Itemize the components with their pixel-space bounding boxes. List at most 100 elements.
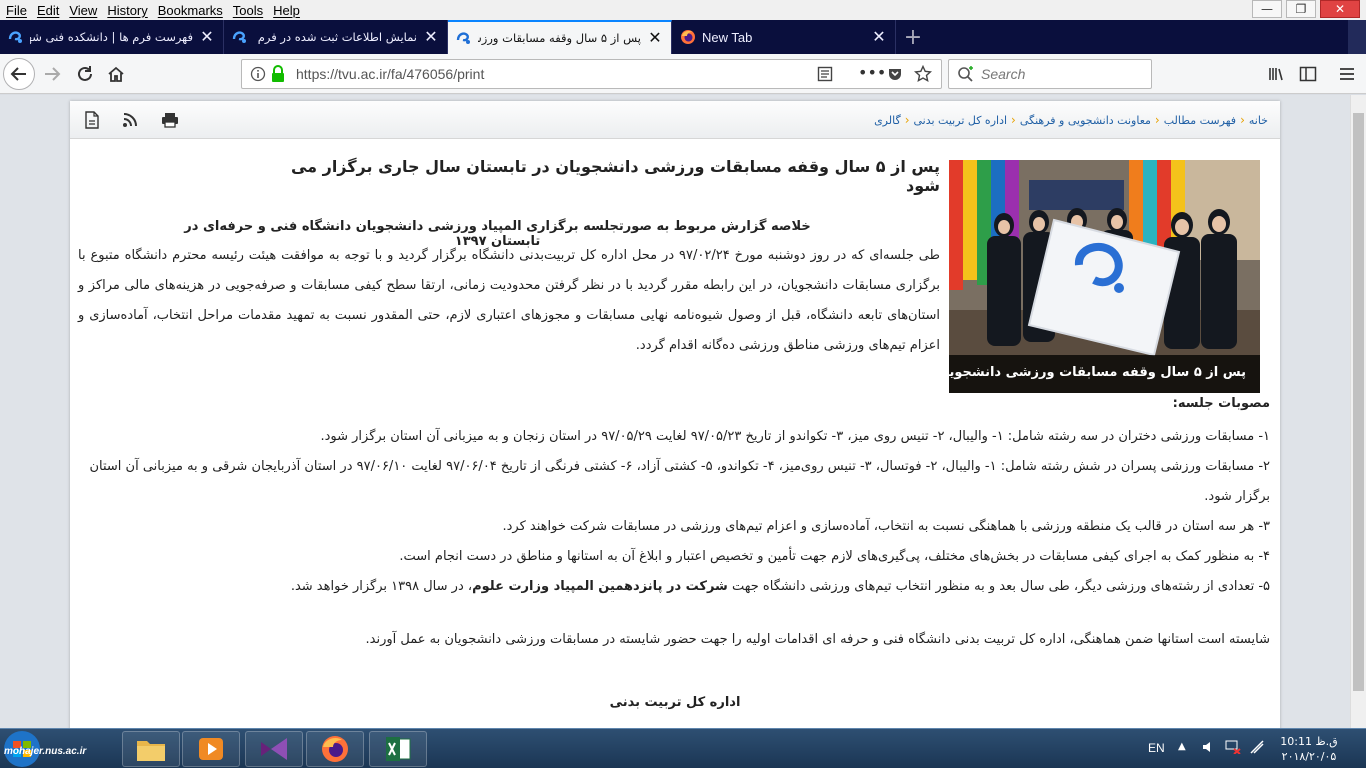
tab-new-tab[interactable]: New Tab ✕: [672, 20, 896, 54]
taskbar-excel[interactable]: [369, 731, 427, 767]
media-player-icon: [199, 738, 223, 760]
search-placeholder: Search: [981, 66, 1026, 82]
resolution-item: ۳- هر سه استان در قالب یک منطقه ورزشی با…: [502, 519, 1270, 534]
tab-title: New Tab: [702, 29, 753, 45]
menu-bookmarks[interactable]: Bookmarks: [154, 3, 227, 18]
breadcrumb-separator-icon: ‹: [904, 113, 910, 127]
new-tab-button[interactable]: +: [896, 20, 930, 54]
navigation-bar: https://tvu.ac.ir/fa/476056/print ••• Se…: [0, 54, 1366, 94]
resolution-item: ۲- مسابقات ورزشی پسران در شش رشته شامل: …: [89, 459, 1270, 504]
resolutions-heading: مصوبات جلسه:: [1172, 396, 1270, 411]
tvu-favicon-icon: [232, 29, 248, 45]
tab-strip: فهرست فرم ها | دانشکده فنی شهید ✕ نمایش …: [0, 20, 1366, 54]
tvu-favicon-icon: [8, 29, 24, 45]
breadcrumb-home[interactable]: خانه: [1249, 114, 1268, 127]
hamburger-menu-icon: [1340, 68, 1354, 80]
article-intro: طی جلسه‌ای که در روز دوشنبه مورخ ۹۷/۰۲/۲…: [78, 248, 940, 353]
taskbar-visual-studio[interactable]: [245, 731, 303, 767]
breadcrumb-gallery[interactable]: گالری: [874, 114, 901, 127]
page-info-icon[interactable]: [250, 66, 266, 85]
clock-time: ق.ظ 10:11: [1280, 735, 1338, 748]
photo-caption: پس از ۵ سال وقفه مسابقات ورزشی دانشجویان…: [949, 355, 1260, 393]
breadcrumb-separator-icon: ‹: [1154, 113, 1160, 127]
bookmark-star-icon[interactable]: [913, 64, 933, 86]
firefox-icon: [680, 29, 696, 45]
search-bar[interactable]: Search: [948, 59, 1152, 89]
tray-expand-icon[interactable]: ▲: [1178, 741, 1186, 752]
pdf-icon[interactable]: [82, 110, 102, 130]
tab-overflow-scroll[interactable]: [1348, 20, 1366, 54]
search-engine-icon[interactable]: [957, 66, 975, 85]
sidebar-icon: [1299, 66, 1317, 82]
menu-help[interactable]: Help: [269, 3, 304, 18]
menu-edit[interactable]: Edit: [33, 3, 63, 18]
menu-view[interactable]: View: [65, 3, 101, 18]
close-tab-icon[interactable]: ✕: [423, 29, 439, 45]
closing-paragraph: شایسته است استانها ضمن هماهنگی، اداره کل…: [365, 632, 1270, 647]
taskbar-media-player[interactable]: [182, 731, 240, 767]
scrollbar-thumb[interactable]: [1353, 113, 1364, 691]
taskbar-file-explorer[interactable]: [122, 731, 180, 767]
breadcrumb-student-affairs[interactable]: معاونت دانشجویی و فرهنگی: [1020, 114, 1151, 127]
signoff: اداره کل تربیت بدنی: [609, 695, 741, 710]
tab-article[interactable]: پس از ۵ سال وقفه مسابقات ورزشی ✕: [448, 20, 672, 54]
menu-file[interactable]: File: [2, 3, 31, 18]
app-menu-button[interactable]: [1331, 58, 1363, 90]
breadcrumb-separator-icon: ‹: [1011, 113, 1016, 127]
reload-icon: [78, 66, 92, 81]
resolution-item: ۵- تعدادی از رشته‌های ورزشی دیگر، طی سال…: [80, 572, 1270, 602]
close-tab-icon[interactable]: ✕: [647, 30, 663, 46]
reload-button[interactable]: [69, 58, 101, 90]
volume-icon[interactable]: [1202, 740, 1216, 757]
breadcrumb: خانه‹فهرست مطالب‹معاونت دانشجویی و فرهنگ…: [874, 113, 1268, 127]
home-button[interactable]: [100, 58, 132, 90]
close-tab-icon[interactable]: ✕: [199, 29, 215, 45]
tab-title: نمایش اطلاعات ثبت شده در فرم | دان: [254, 30, 417, 44]
network-icon[interactable]: [1225, 740, 1241, 757]
breadcrumb-physical-education[interactable]: اداره کل تربیت بدنی: [914, 114, 1008, 127]
resolution-5-text: ۵- تعدادی از رشته‌های ورزشی دیگر، طی سال…: [727, 579, 1270, 594]
breadcrumb-contents[interactable]: فهرست مطالب: [1164, 114, 1236, 127]
page-content: خانه‹فهرست مطالب‹معاونت دانشجویی و فرهنگ…: [0, 95, 1350, 728]
taskbar-firefox[interactable]: [306, 731, 364, 767]
article-headline: پس از ۵ سال وقفه مسابقات ورزشی دانشجویان…: [290, 157, 940, 195]
vertical-scrollbar[interactable]: [1350, 95, 1366, 728]
reader-view-icon[interactable]: [817, 66, 833, 85]
minimize-button[interactable]: —: [1252, 0, 1282, 18]
start-button[interactable]: mohajer.nus.ac.ir: [0, 729, 100, 768]
article-photo: پس از ۵ سال وقفه مسابقات ورزشی دانشجویان…: [949, 160, 1260, 393]
window-controls: — ❐ ✕: [1248, 0, 1360, 18]
print-icon[interactable]: [160, 110, 180, 130]
close-tab-icon[interactable]: ✕: [871, 29, 887, 45]
sidebar-button[interactable]: [1292, 58, 1324, 90]
page-actions-icon[interactable]: •••: [858, 63, 886, 82]
rss-icon[interactable]: [120, 110, 140, 130]
action-center-icon[interactable]: [1250, 740, 1264, 757]
firefox-icon: [322, 736, 348, 762]
print-page: خانه‹فهرست مطالب‹معاونت دانشجویی و فرهنگ…: [70, 101, 1280, 728]
url-text: https://tvu.ac.ir/fa/476056/print: [296, 66, 485, 82]
forward-button[interactable]: [36, 58, 68, 90]
breadcrumb-separator-icon: ‹: [1240, 113, 1245, 127]
tvu-favicon-icon: [456, 30, 472, 46]
tab-form-data[interactable]: نمایش اطلاعات ثبت شده در فرم | دان ✕: [224, 20, 448, 54]
url-bar[interactable]: https://tvu.ac.ir/fa/476056/print •••: [241, 59, 942, 89]
forward-arrow-icon: [45, 67, 61, 81]
library-button[interactable]: [1260, 58, 1292, 90]
language-indicator[interactable]: EN: [1148, 741, 1165, 755]
print-toolbar: خانه‹فهرست مطالب‹معاونت دانشجویی و فرهنگ…: [70, 101, 1280, 139]
tab-form-list[interactable]: فهرست فرم ها | دانشکده فنی شهید ✕: [0, 20, 224, 54]
menu-tools[interactable]: Tools: [229, 3, 267, 18]
system-clock[interactable]: ق.ظ 10:11 ۲۰۱۸/۲۰/۰۵: [1274, 734, 1344, 764]
pocket-icon[interactable]: [887, 66, 903, 85]
back-button[interactable]: [3, 58, 35, 90]
restore-button[interactable]: ❐: [1286, 0, 1316, 18]
resolution-item: ۱- مسابقات ورزشی دختران در سه رشته شامل:…: [320, 429, 1270, 444]
tab-title: پس از ۵ سال وقفه مسابقات ورزشی: [478, 31, 641, 45]
secure-lock-icon[interactable]: [271, 65, 285, 86]
home-icon: [108, 66, 124, 82]
excel-icon: [386, 737, 411, 761]
visual-studio-icon: [261, 738, 287, 760]
menu-history[interactable]: History: [103, 3, 151, 18]
close-window-button[interactable]: ✕: [1320, 0, 1360, 18]
